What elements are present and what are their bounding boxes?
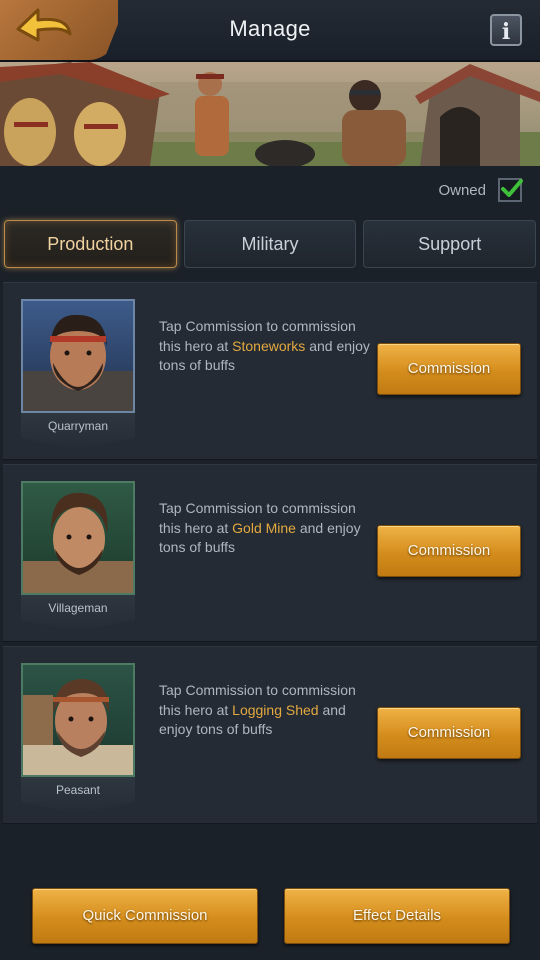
location-highlight: Stoneworks (232, 337, 306, 354)
category-tabs: Production Military Support (4, 220, 537, 268)
hero-card-quarryman: Quarryman Tap Commission to commission t… (3, 282, 537, 460)
commission-button[interactable]: Commission (377, 707, 521, 759)
hero-description: Tap Commission to commission this hero a… (159, 681, 373, 740)
peasant-avatar (23, 679, 133, 775)
commission-button[interactable]: Commission (377, 525, 521, 577)
location-highlight: Logging Shed (232, 701, 319, 718)
hero-description: Tap Commission to commission this hero a… (159, 499, 373, 558)
hero-portrait-peasant (21, 663, 135, 777)
hero-card-villageman: Villageman Tap Commission to commission … (3, 464, 537, 642)
effect-details-button[interactable]: Effect Details (284, 888, 510, 944)
commission-button[interactable]: Commission (377, 343, 521, 395)
hero-portrait-quarryman (21, 299, 135, 413)
location-highlight: Gold Mine (232, 519, 296, 536)
banner-image (0, 62, 540, 166)
tab-production[interactable]: Production (4, 220, 177, 268)
tab-military[interactable]: Military (183, 220, 357, 268)
hero-card-peasant: Peasant Tap Commission to commission thi… (3, 646, 537, 824)
owned-filter[interactable]: Owned (438, 178, 523, 202)
owned-label: Owned (438, 181, 486, 199)
hero-name-villageman: Villageman (21, 595, 135, 631)
quick-commission-button[interactable]: Quick Commission (32, 888, 258, 944)
checkmark-icon (501, 179, 523, 197)
page-title: Manage (229, 16, 311, 41)
hero-name-quarryman: Quarryman (21, 413, 135, 449)
villageman-avatar (23, 492, 133, 593)
hero-description: Tap Commission to commission this hero a… (159, 317, 373, 376)
top-bar: Manage i (0, 0, 540, 62)
village-scene-illustration (0, 62, 540, 166)
quarryman-avatar (23, 314, 133, 411)
hero-name-peasant: Peasant (21, 777, 135, 813)
tab-support[interactable]: Support (363, 220, 537, 268)
hero-portrait-villageman (21, 481, 135, 595)
info-button[interactable]: i (490, 14, 522, 46)
owned-checkbox[interactable] (498, 178, 523, 202)
